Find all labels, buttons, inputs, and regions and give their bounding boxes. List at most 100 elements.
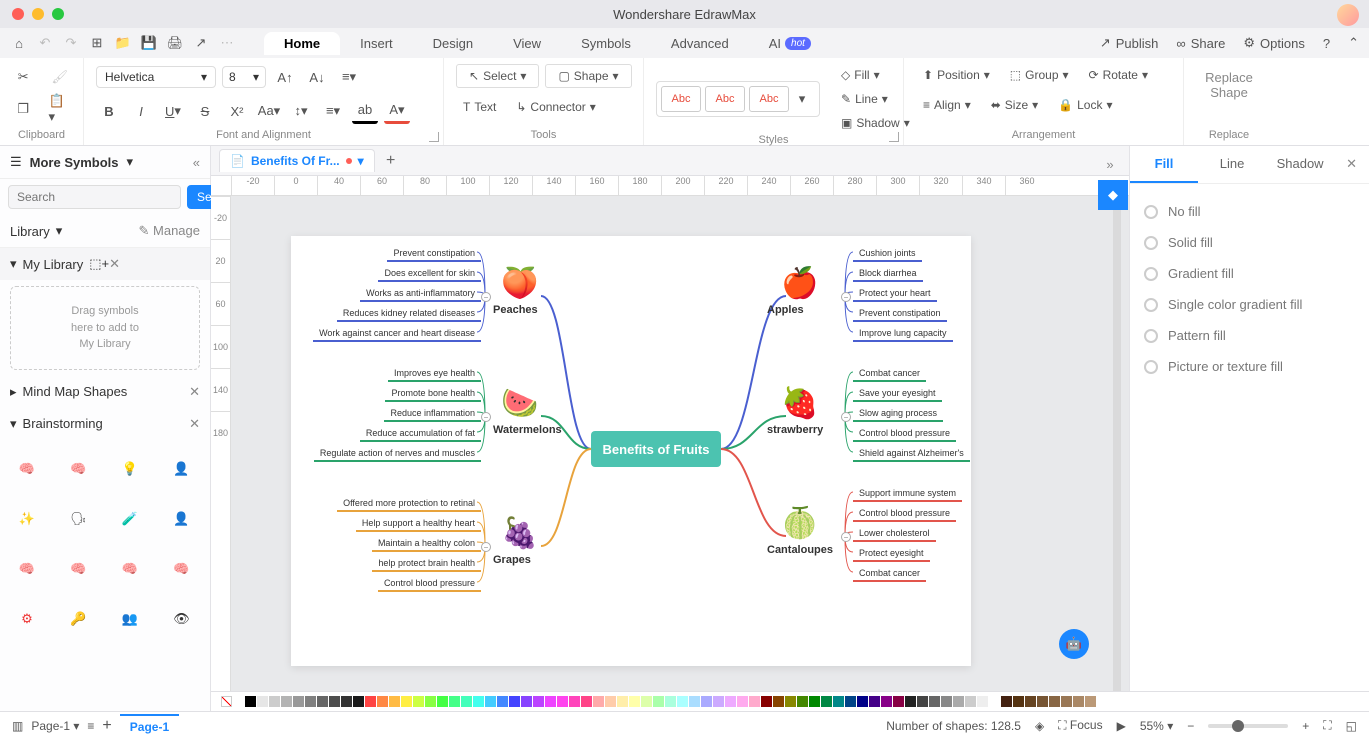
- color-swatch[interactable]: [965, 696, 976, 707]
- leaf-node[interactable]: Combat cancer: [853, 566, 926, 582]
- color-swatch[interactable]: [581, 696, 592, 707]
- color-swatch[interactable]: [749, 696, 760, 707]
- bullet-button[interactable]: ≡▾: [320, 98, 346, 124]
- leaf-node[interactable]: Lower cholesterol: [853, 526, 936, 542]
- color-swatch[interactable]: [485, 696, 496, 707]
- tab-symbols[interactable]: Symbols: [561, 32, 651, 55]
- color-swatch[interactable]: [893, 696, 904, 707]
- strikethrough-button[interactable]: S: [192, 98, 218, 124]
- brainstorm-close-icon[interactable]: ✕: [189, 416, 200, 432]
- color-swatch[interactable]: [653, 696, 664, 707]
- color-swatch[interactable]: [413, 696, 424, 707]
- manage-button[interactable]: ✎ Manage: [139, 223, 201, 239]
- color-swatch[interactable]: [857, 696, 868, 707]
- leaf-node[interactable]: Improve lung capacity: [853, 326, 953, 342]
- color-swatch[interactable]: [245, 696, 256, 707]
- color-swatch[interactable]: [665, 696, 676, 707]
- leaf-node[interactable]: Slow aging process: [853, 406, 943, 422]
- zoom-in-button[interactable]: +: [1302, 719, 1309, 733]
- color-swatch[interactable]: [953, 696, 964, 707]
- color-swatch[interactable]: [785, 696, 796, 707]
- leaf-node[interactable]: Reduce inflammation: [384, 406, 481, 422]
- select-tool[interactable]: ↖ Select ▾: [456, 64, 539, 88]
- color-swatch[interactable]: [1001, 696, 1012, 707]
- color-swatch[interactable]: [1049, 696, 1060, 707]
- layers-icon[interactable]: ◈: [1035, 719, 1044, 733]
- color-swatch[interactable]: [305, 696, 316, 707]
- color-swatch[interactable]: [365, 696, 376, 707]
- mylib-header[interactable]: My Library: [23, 257, 84, 272]
- mindmap-center-node[interactable]: Benefits of Fruits: [591, 431, 721, 467]
- fruit-icon[interactable]: 🍑: [501, 266, 538, 301]
- color-swatch[interactable]: [1073, 696, 1084, 707]
- fruit-icon[interactable]: 🍎: [781, 266, 818, 301]
- rp-tab-shadow[interactable]: Shadow: [1266, 146, 1334, 183]
- style-preset-3[interactable]: Abc: [749, 86, 789, 112]
- leaf-node[interactable]: Support immune system: [853, 486, 962, 502]
- color-swatch[interactable]: [629, 696, 640, 707]
- color-swatch[interactable]: [425, 696, 436, 707]
- shape-tool[interactable]: ▢ Shape ▾: [545, 64, 631, 88]
- lock-button[interactable]: 🔒 Lock▾: [1051, 94, 1119, 116]
- tab-design[interactable]: Design: [413, 32, 493, 55]
- doc-tab-menu[interactable]: ▾: [358, 154, 364, 168]
- mylib-close-icon[interactable]: ✕: [109, 256, 120, 271]
- assistant-bubble[interactable]: 🤖: [1059, 629, 1089, 659]
- leaf-node[interactable]: Promote bone health: [385, 386, 481, 402]
- align-button[interactable]: ≡ Align▾: [916, 94, 978, 116]
- color-swatch[interactable]: [593, 696, 604, 707]
- copy-button[interactable]: ❐: [12, 96, 35, 122]
- branch-title[interactable]: strawberry: [767, 424, 823, 436]
- leaf-node[interactable]: Prevent constipation: [387, 246, 481, 262]
- fullscreen-button[interactable]: ◱: [1346, 719, 1357, 733]
- symbol-item[interactable]: 👤: [161, 448, 203, 490]
- color-swatch[interactable]: [1037, 696, 1048, 707]
- new-icon[interactable]: ⊞: [88, 34, 106, 52]
- font-family-select[interactable]: Helvetica▾: [96, 66, 216, 88]
- open-icon[interactable]: 📁: [114, 34, 132, 52]
- page[interactable]: Benefits of Fruits 🍑Peaches−Prevent cons…: [291, 236, 971, 666]
- symbol-item[interactable]: 🗣: [58, 498, 100, 540]
- fruit-icon[interactable]: 🍇: [501, 516, 538, 551]
- publish-button[interactable]: ↗Publish: [1100, 35, 1159, 51]
- symbol-search-input[interactable]: [8, 185, 181, 209]
- italic-button[interactable]: I: [128, 98, 154, 124]
- color-swatch[interactable]: [293, 696, 304, 707]
- symbol-item[interactable]: ✨: [6, 498, 48, 540]
- fruit-icon[interactable]: 🍉: [501, 386, 538, 421]
- color-swatch[interactable]: [533, 696, 544, 707]
- fill-option[interactable]: Solid fill: [1144, 227, 1355, 258]
- align-left-button[interactable]: ≡▾: [336, 64, 362, 90]
- color-swatch[interactable]: [989, 696, 1000, 707]
- leaf-node[interactable]: Regulate action of nerves and muscles: [314, 446, 481, 462]
- tab-ai[interactable]: AIhot: [749, 32, 831, 55]
- pages-panel-toggle[interactable]: ▥: [12, 719, 23, 733]
- color-swatch[interactable]: [1025, 696, 1036, 707]
- fill-option[interactable]: No fill: [1144, 196, 1355, 227]
- mylib-dropzone[interactable]: Drag symbols here to add to My Library: [10, 286, 200, 370]
- color-swatch[interactable]: [449, 696, 460, 707]
- mylib-add-icon[interactable]: +: [102, 256, 110, 271]
- color-swatch[interactable]: [977, 696, 988, 707]
- color-swatch[interactable]: [1085, 696, 1096, 707]
- fruit-icon[interactable]: 🍓: [781, 386, 818, 421]
- color-swatch[interactable]: [1013, 696, 1024, 707]
- more-icon[interactable]: ⋯: [218, 34, 236, 52]
- color-swatch[interactable]: [881, 696, 892, 707]
- font-shrink-button[interactable]: A↓: [304, 64, 330, 90]
- color-swatch[interactable]: [713, 696, 724, 707]
- canvas[interactable]: Benefits of Fruits 🍑Peaches−Prevent cons…: [231, 196, 1129, 711]
- library-dropdown[interactable]: Library: [10, 224, 50, 239]
- mylib-import-icon[interactable]: ⬚: [89, 256, 101, 271]
- symbol-item[interactable]: 🧪: [109, 498, 151, 540]
- paste-button[interactable]: 📋▾: [49, 96, 72, 122]
- color-swatch[interactable]: [809, 696, 820, 707]
- collapse-node-button[interactable]: −: [841, 292, 851, 302]
- page-menu[interactable]: ≡: [87, 719, 94, 733]
- style-preset-1[interactable]: Abc: [661, 86, 701, 112]
- group-button[interactable]: ⬚ Group▾: [1003, 64, 1076, 86]
- leaf-node[interactable]: Improves eye health: [388, 366, 481, 382]
- collapse-left-panel[interactable]: «: [193, 155, 200, 170]
- user-avatar[interactable]: [1337, 4, 1359, 26]
- cut-button[interactable]: ✂: [12, 64, 35, 90]
